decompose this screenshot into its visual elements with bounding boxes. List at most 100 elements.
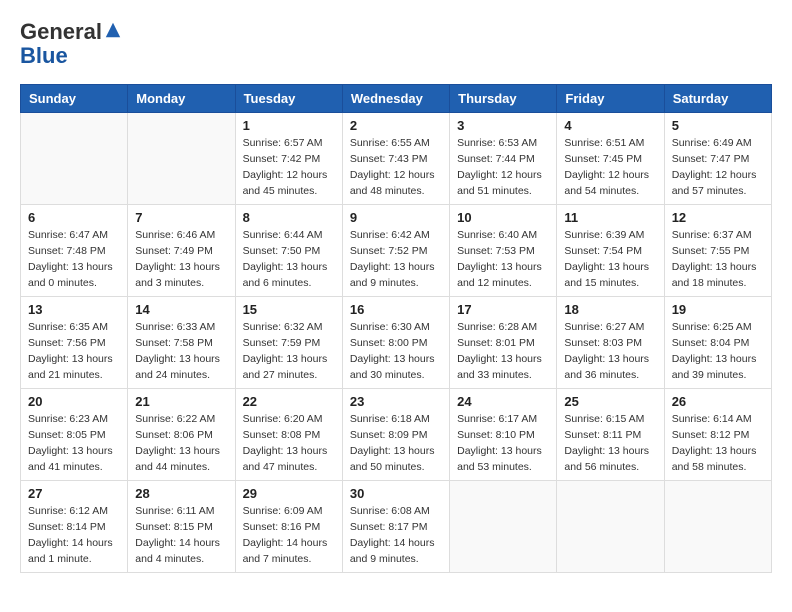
calendar-cell: 11Sunrise: 6:39 AM Sunset: 7:54 PM Dayli…: [557, 205, 664, 297]
calendar-header-row: SundayMondayTuesdayWednesdayThursdayFrid…: [21, 85, 772, 113]
day-number: 20: [28, 394, 120, 409]
calendar-cell: 4Sunrise: 6:51 AM Sunset: 7:45 PM Daylig…: [557, 113, 664, 205]
day-number: 16: [350, 302, 442, 317]
day-info: Sunrise: 6:09 AM Sunset: 8:16 PM Dayligh…: [243, 504, 335, 567]
day-info: Sunrise: 6:49 AM Sunset: 7:47 PM Dayligh…: [672, 136, 764, 199]
calendar-cell: 16 Sunrise: 6:30 AM Sunset: 8:00 PM Dayli…: [342, 297, 449, 389]
day-number: 18: [564, 302, 656, 317]
day-info: Sunrise: 6:51 AM Sunset: 7:45 PM Dayligh…: [564, 136, 656, 199]
calendar-cell: 17 Sunrise: 6:28 AM Sunset: 8:01 PM Dayli…: [450, 297, 557, 389]
weekday-header-friday: Friday: [557, 85, 664, 113]
calendar-cell: 12 Sunrise: 6:37 AM Sunset: 7:55 PM Dayli…: [664, 205, 771, 297]
day-info: Sunrise: 6:18 AM Sunset: 8:09 PM Dayligh…: [350, 412, 442, 475]
calendar-cell: 5 Sunrise: 6:49 AM Sunset: 7:47 PM Daylig…: [664, 113, 771, 205]
calendar-cell: 3 Sunrise: 6:53 AM Sunset: 7:44 PM Daylig…: [450, 113, 557, 205]
calendar-cell: 7Sunrise: 6:46 AM Sunset: 7:49 PM Daylig…: [128, 205, 235, 297]
day-info: Sunrise: 6:44 AM Sunset: 7:50 PM Dayligh…: [243, 228, 335, 291]
day-number: 15: [243, 302, 335, 317]
day-info: Sunrise: 6:37 AM Sunset: 7:55 PM Dayligh…: [672, 228, 764, 291]
day-info: Sunrise: 6:23 AM Sunset: 8:05 PM Dayligh…: [28, 412, 120, 475]
day-number: 7: [135, 210, 227, 225]
day-info: Sunrise: 6:28 AM Sunset: 8:01 PM Dayligh…: [457, 320, 549, 383]
day-number: 29: [243, 486, 335, 501]
day-info: Sunrise: 6:12 AM Sunset: 8:14 PM Dayligh…: [28, 504, 120, 567]
calendar-cell: 1 Sunrise: 6:57 AM Sunset: 7:42 PM Daylig…: [235, 113, 342, 205]
day-info: Sunrise: 6:08 AM Sunset: 8:17 PM Dayligh…: [350, 504, 442, 567]
day-number: 14: [135, 302, 227, 317]
weekday-header-thursday: Thursday: [450, 85, 557, 113]
calendar-cell: [450, 481, 557, 573]
day-info: Sunrise: 6:20 AM Sunset: 8:08 PM Dayligh…: [243, 412, 335, 475]
day-number: 25: [564, 394, 656, 409]
calendar-cell: [664, 481, 771, 573]
calendar-cell: 6 Sunrise: 6:47 AM Sunset: 7:48 PM Daylig…: [21, 205, 128, 297]
day-info: Sunrise: 6:39 AM Sunset: 7:54 PM Dayligh…: [564, 228, 656, 291]
calendar-cell: 14 Sunrise: 6:33 AM Sunset: 7:58 PM Dayli…: [128, 297, 235, 389]
day-number: 9: [350, 210, 442, 225]
day-number: 17: [457, 302, 549, 317]
calendar-cell: 27 Sunrise: 6:12 AM Sunset: 8:14 PM Dayli…: [21, 481, 128, 573]
calendar-cell: 2 Sunrise: 6:55 AM Sunset: 7:43 PM Daylig…: [342, 113, 449, 205]
logo: General Blue: [20, 20, 122, 68]
day-number: 24: [457, 394, 549, 409]
weekday-header-tuesday: Tuesday: [235, 85, 342, 113]
calendar-cell: 18 Sunrise: 6:27 AM Sunset: 8:03 PM Dayli…: [557, 297, 664, 389]
day-info: Sunrise: 6:40 AM Sunset: 7:53 PM Dayligh…: [457, 228, 549, 291]
calendar-cell: 22 Sunrise: 6:20 AM Sunset: 8:08 PM Dayli…: [235, 389, 342, 481]
day-number: 27: [28, 486, 120, 501]
day-info: Sunrise: 6:55 AM Sunset: 7:43 PM Dayligh…: [350, 136, 442, 199]
day-number: 2: [350, 118, 442, 133]
day-info: Sunrise: 6:22 AM Sunset: 8:06 PM Dayligh…: [135, 412, 227, 475]
day-number: 12: [672, 210, 764, 225]
calendar-cell: 24 Sunrise: 6:17 AM Sunset: 8:10 PM Dayli…: [450, 389, 557, 481]
day-info: Sunrise: 6:35 AM Sunset: 7:56 PM Dayligh…: [28, 320, 120, 383]
calendar-week-row: 13Sunrise: 6:35 AM Sunset: 7:56 PM Dayli…: [21, 297, 772, 389]
calendar-cell: 21 Sunrise: 6:22 AM Sunset: 8:06 PM Dayli…: [128, 389, 235, 481]
day-number: 28: [135, 486, 227, 501]
day-number: 1: [243, 118, 335, 133]
calendar-table: SundayMondayTuesdayWednesdayThursdayFrid…: [20, 84, 772, 573]
day-info: Sunrise: 6:25 AM Sunset: 8:04 PM Dayligh…: [672, 320, 764, 383]
calendar-week-row: 20 Sunrise: 6:23 AM Sunset: 8:05 PM Dayli…: [21, 389, 772, 481]
day-number: 21: [135, 394, 227, 409]
calendar-cell: 28 Sunrise: 6:11 AM Sunset: 8:15 PM Dayli…: [128, 481, 235, 573]
day-info: Sunrise: 6:11 AM Sunset: 8:15 PM Dayligh…: [135, 504, 227, 567]
day-info: Sunrise: 6:53 AM Sunset: 7:44 PM Dayligh…: [457, 136, 549, 199]
calendar-cell: 20 Sunrise: 6:23 AM Sunset: 8:05 PM Dayli…: [21, 389, 128, 481]
day-info: Sunrise: 6:57 AM Sunset: 7:42 PM Dayligh…: [243, 136, 335, 199]
calendar-cell: 9 Sunrise: 6:42 AM Sunset: 7:52 PM Daylig…: [342, 205, 449, 297]
calendar-cell: [557, 481, 664, 573]
day-info: Sunrise: 6:32 AM Sunset: 7:59 PM Dayligh…: [243, 320, 335, 383]
day-number: 22: [243, 394, 335, 409]
day-number: 6: [28, 210, 120, 225]
day-info: Sunrise: 6:14 AM Sunset: 8:12 PM Dayligh…: [672, 412, 764, 475]
calendar-cell: 26 Sunrise: 6:14 AM Sunset: 8:12 PM Dayli…: [664, 389, 771, 481]
day-number: 10: [457, 210, 549, 225]
day-info: Sunrise: 6:42 AM Sunset: 7:52 PM Dayligh…: [350, 228, 442, 291]
calendar-cell: 10 Sunrise: 6:40 AM Sunset: 7:53 PM Dayli…: [450, 205, 557, 297]
calendar-week-row: 6 Sunrise: 6:47 AM Sunset: 7:48 PM Daylig…: [21, 205, 772, 297]
day-number: 26: [672, 394, 764, 409]
day-info: Sunrise: 6:33 AM Sunset: 7:58 PM Dayligh…: [135, 320, 227, 383]
day-number: 19: [672, 302, 764, 317]
day-info: Sunrise: 6:30 AM Sunset: 8:00 PM Dayligh…: [350, 320, 442, 383]
page-header: General Blue: [20, 20, 772, 68]
day-info: Sunrise: 6:47 AM Sunset: 7:48 PM Dayligh…: [28, 228, 120, 291]
calendar-cell: [21, 113, 128, 205]
day-info: Sunrise: 6:15 AM Sunset: 8:11 PM Dayligh…: [564, 412, 656, 475]
day-info: Sunrise: 6:17 AM Sunset: 8:10 PM Dayligh…: [457, 412, 549, 475]
calendar-week-row: 27 Sunrise: 6:12 AM Sunset: 8:14 PM Dayli…: [21, 481, 772, 573]
calendar-cell: 15 Sunrise: 6:32 AM Sunset: 7:59 PM Dayli…: [235, 297, 342, 389]
day-number: 3: [457, 118, 549, 133]
day-number: 5: [672, 118, 764, 133]
calendar-cell: 23 Sunrise: 6:18 AM Sunset: 8:09 PM Dayli…: [342, 389, 449, 481]
calendar-cell: 19 Sunrise: 6:25 AM Sunset: 8:04 PM Dayli…: [664, 297, 771, 389]
logo-general-text: General: [20, 19, 102, 44]
calendar-cell: 13Sunrise: 6:35 AM Sunset: 7:56 PM Dayli…: [21, 297, 128, 389]
logo-icon: [104, 21, 122, 39]
calendar-cell: 29 Sunrise: 6:09 AM Sunset: 8:16 PM Dayli…: [235, 481, 342, 573]
day-info: Sunrise: 6:27 AM Sunset: 8:03 PM Dayligh…: [564, 320, 656, 383]
day-number: 23: [350, 394, 442, 409]
day-number: 30: [350, 486, 442, 501]
weekday-header-sunday: Sunday: [21, 85, 128, 113]
